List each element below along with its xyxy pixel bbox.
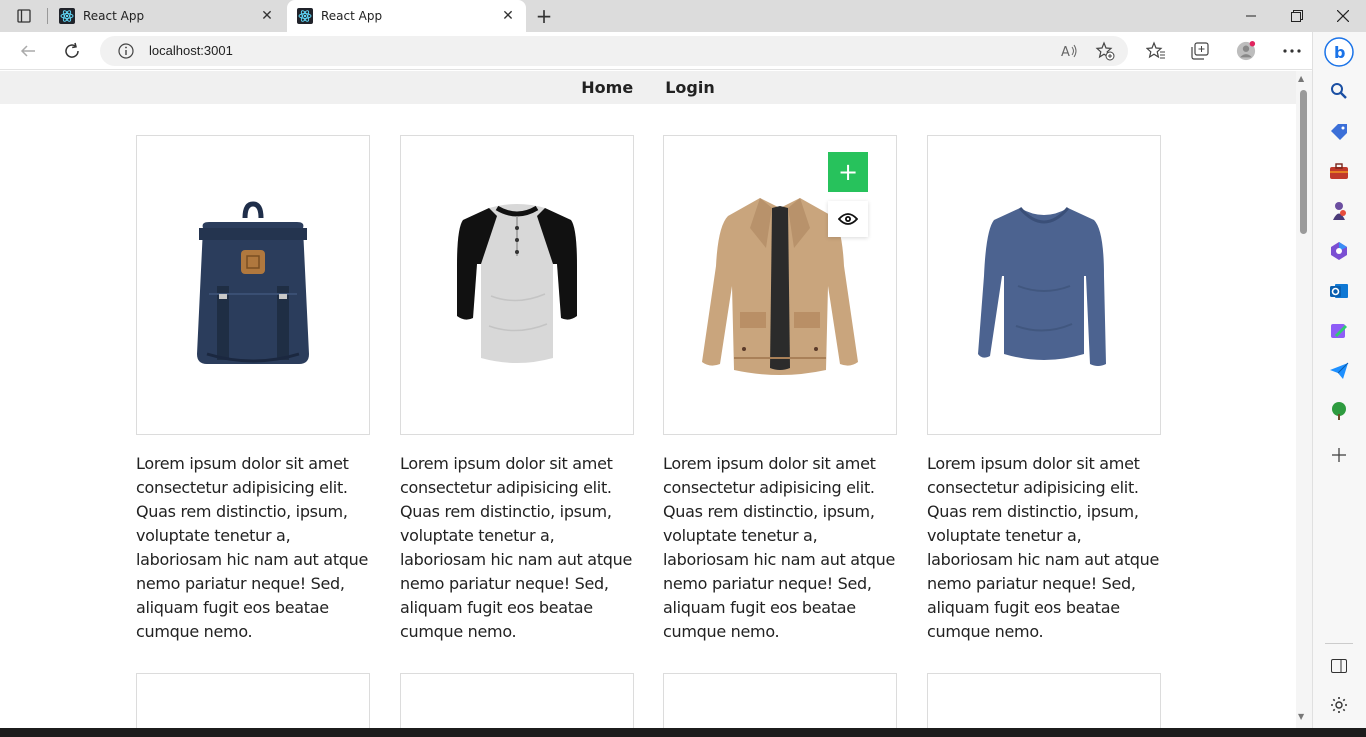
- product-description: Lorem ipsum dolor sit amet consectetur a…: [663, 454, 896, 641]
- tab-actions-icon[interactable]: [8, 6, 40, 26]
- shopping-tag-icon[interactable]: [1328, 120, 1350, 142]
- new-tab-icon[interactable]: +: [534, 4, 554, 28]
- quick-view-button[interactable]: [828, 201, 868, 237]
- product-image-frame[interactable]: [400, 135, 634, 435]
- address-toolbar: localhost:3001 A: [0, 32, 1366, 70]
- tab-title: React App: [83, 9, 145, 23]
- split-screen-icon[interactable]: [1328, 655, 1350, 677]
- collections-icon[interactable]: [1190, 41, 1210, 61]
- svg-text:A: A: [1061, 45, 1070, 59]
- nav-login-link[interactable]: Login: [665, 78, 715, 97]
- svg-text:b: b: [1334, 43, 1345, 62]
- close-tab-icon[interactable]: ✕: [259, 8, 275, 24]
- close-window-icon[interactable]: [1320, 0, 1366, 32]
- product-description: Lorem ipsum dolor sit amet consectetur a…: [136, 454, 369, 641]
- backpack-image: [197, 201, 309, 364]
- tab-divider: [47, 8, 48, 24]
- product-card[interactable]: [400, 673, 634, 728]
- tab-strip: React App ✕ React App ✕ +: [0, 0, 1366, 32]
- os-taskbar: [0, 728, 1366, 737]
- toolbox-icon[interactable]: [1328, 160, 1350, 182]
- games-icon[interactable]: [1328, 200, 1350, 222]
- react-favicon-icon: [297, 8, 313, 24]
- settings-gear-icon[interactable]: [1328, 694, 1350, 716]
- designer-icon[interactable]: [1328, 320, 1350, 342]
- microsoft365-icon[interactable]: [1328, 240, 1350, 262]
- long-sleeve-shirt-image: [978, 207, 1106, 366]
- scroll-up-arrow-icon[interactable]: ▲: [1298, 74, 1304, 83]
- eye-icon: [838, 213, 858, 225]
- favorites-icon[interactable]: [1146, 41, 1166, 61]
- product-card[interactable]: [663, 673, 897, 728]
- scrollbar-thumb[interactable]: [1300, 90, 1307, 234]
- add-sidebar-item-icon[interactable]: [1328, 444, 1350, 466]
- browser-tab[interactable]: React App ✕: [49, 0, 285, 32]
- raglan-tee-image: [457, 204, 577, 363]
- add-to-cart-button[interactable]: +: [828, 152, 868, 192]
- browser-tab-active[interactable]: React App ✕: [287, 0, 526, 32]
- product-description: Lorem ipsum dolor sit amet consectetur a…: [927, 454, 1160, 641]
- outlook-icon[interactable]: [1328, 280, 1350, 302]
- tab-title: React App: [321, 9, 383, 23]
- bing-copilot-icon[interactable]: b: [1324, 37, 1354, 67]
- react-favicon-icon: [59, 8, 75, 24]
- url-text[interactable]: localhost:3001: [149, 43, 233, 58]
- site-info-icon[interactable]: [117, 42, 135, 60]
- product-card[interactable]: [927, 673, 1161, 728]
- more-options-icon[interactable]: [1282, 41, 1302, 61]
- product-image-frame[interactable]: [927, 135, 1161, 435]
- profile-avatar[interactable]: [1236, 41, 1256, 61]
- restore-icon[interactable]: [1274, 0, 1320, 32]
- tree-icon[interactable]: [1328, 400, 1350, 422]
- product-description: Lorem ipsum dolor sit amet consectetur a…: [400, 454, 633, 641]
- plus-icon: +: [837, 158, 859, 186]
- site-navbar: Home Login: [0, 71, 1296, 104]
- address-bar[interactable]: [100, 36, 1128, 66]
- nav-home-link[interactable]: Home: [581, 78, 633, 97]
- sidebar-divider: [1325, 643, 1353, 644]
- send-icon[interactable]: [1328, 360, 1350, 382]
- close-tab-icon[interactable]: ✕: [500, 8, 516, 24]
- product-image-frame[interactable]: [136, 135, 370, 435]
- scroll-down-arrow-icon[interactable]: ▼: [1298, 712, 1304, 721]
- read-aloud-icon[interactable]: A: [1060, 41, 1080, 61]
- minimize-icon[interactable]: [1228, 0, 1274, 32]
- search-icon[interactable]: [1328, 80, 1350, 102]
- product-card[interactable]: [136, 673, 370, 728]
- page-content: Home Login Lorem ipsum dolor sit amet co…: [0, 71, 1296, 728]
- add-favorite-icon[interactable]: [1095, 41, 1115, 61]
- refresh-icon[interactable]: [62, 41, 82, 61]
- back-icon[interactable]: [18, 41, 38, 61]
